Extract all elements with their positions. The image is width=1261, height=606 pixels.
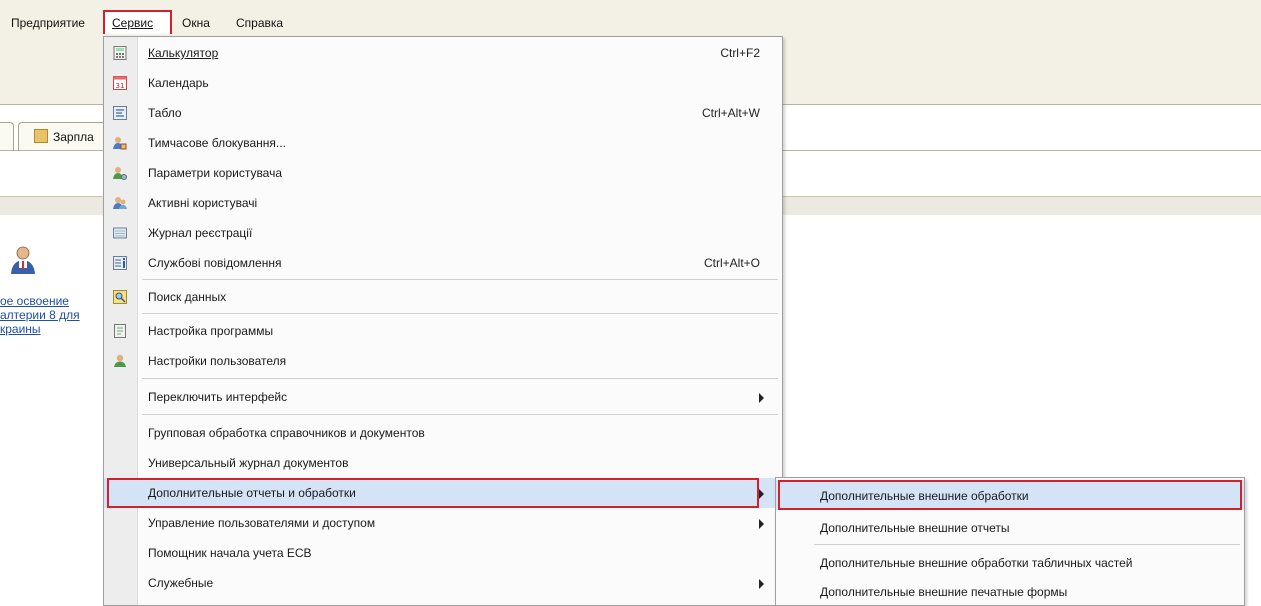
- menu-item-esv-assistant[interactable]: Помощник начала учета ЕСВ: [104, 538, 782, 568]
- calendar-icon-day: 31: [116, 82, 125, 90]
- submenu-arrow-icon: [759, 579, 764, 589]
- users-lock-icon: [113, 137, 127, 150]
- shortcut-label: Ctrl+F2: [720, 46, 760, 60]
- submenu-arrow-icon: [759, 489, 764, 499]
- menu-separator: [142, 378, 778, 379]
- menu-item-group-processing[interactable]: Групповая обработка справочников и докум…: [104, 418, 782, 448]
- menu-item-label: Параметри користувача: [148, 166, 283, 180]
- menu-bar: Предприятие Сервис Окна Справка: [0, 0, 1261, 39]
- menu-item-label: Поиск данных: [148, 290, 227, 304]
- menu-separator: [142, 279, 778, 280]
- menu-item-registration-log[interactable]: Журнал реєстрації: [104, 218, 782, 248]
- menu-item-user-settings[interactable]: Настройки пользователя: [104, 346, 782, 376]
- user-icon: [114, 354, 126, 367]
- menu-item-label: Активні користувачі: [148, 196, 258, 210]
- menu-help[interactable]: Справка: [236, 16, 283, 30]
- menu-item-label: Службові повідомлення: [148, 256, 282, 270]
- additional-reports-submenu: Дополнительные внешние обработки Дополни…: [775, 477, 1245, 606]
- menu-item-label: Калькулятор: [148, 46, 219, 60]
- menu-item-calendar[interactable]: 31 Календарь: [104, 68, 782, 98]
- submenu-item-label: Дополнительные внешние печатные формы: [820, 585, 1068, 599]
- submenu-item-print-forms[interactable]: Дополнительные внешние печатные формы: [776, 576, 1244, 606]
- menu-windows[interactable]: Окна: [182, 16, 210, 30]
- tab-previous[interactable]: [0, 122, 14, 150]
- menu-item-calculator[interactable]: Калькулятор Ctrl+F2: [104, 38, 782, 68]
- menu-separator: [142, 414, 778, 415]
- submenu-arrow-icon: [759, 393, 764, 403]
- menu-item-label: Настройка программы: [148, 324, 274, 338]
- submenu-item-table-parts-processing[interactable]: Дополнительные внешние обработки табличн…: [776, 547, 1244, 577]
- submenu-arrow-icon: [759, 519, 764, 529]
- menu-item-temporary-lock[interactable]: Тимчасове блокування...: [104, 128, 782, 158]
- folder-icon: [34, 129, 48, 143]
- selection-highlight: [778, 480, 1242, 510]
- menu-item-data-search[interactable]: Поиск данных: [104, 282, 782, 312]
- menu-item-label: Настройки пользователя: [148, 354, 287, 368]
- menu-item-universal-journal[interactable]: Универсальный журнал документов: [104, 448, 782, 478]
- menu-enterprise[interactable]: Предприятие: [11, 16, 85, 30]
- help-link[interactable]: краины: [0, 322, 41, 336]
- menu-item-switch-interface[interactable]: Переключить интерфейс: [104, 382, 782, 412]
- menu-item-label: Групповая обработка справочников и докум…: [148, 426, 425, 440]
- submenu-item-label: Дополнительные внешние обработки табличн…: [820, 556, 1133, 570]
- menu-item-service-tools[interactable]: Служебные: [104, 568, 782, 598]
- log-icon: [113, 227, 127, 239]
- menu-item-label: Тимчасове блокування...: [148, 136, 286, 150]
- menu-service[interactable]: Сервис: [112, 16, 153, 30]
- messages-icon: [113, 256, 127, 270]
- menu-item-label: Календарь: [148, 76, 209, 90]
- active-users-icon: [113, 197, 127, 209]
- scoreboard-icon: [113, 106, 127, 120]
- menu-item-label: Помощник начала учета ЕСВ: [148, 546, 312, 560]
- menu-item-user-management[interactable]: Управление пользователями и доступом: [104, 508, 782, 538]
- menu-item-user-parameters[interactable]: Параметри користувача: [104, 158, 782, 188]
- service-menu: Калькулятор Ctrl+F2 31 Календарь Табло C…: [103, 36, 783, 606]
- menu-item-label: Переключить интерфейс: [148, 390, 288, 404]
- submenu-item-external-reports[interactable]: Дополнительные внешние отчеты: [776, 512, 1244, 542]
- menu-item-active-users[interactable]: Активні користувачі: [104, 188, 782, 218]
- menu-item-label: Служебные: [148, 576, 214, 590]
- user-settings-icon: [113, 167, 127, 180]
- submenu-item-label: Дополнительные внешние отчеты: [820, 521, 1010, 535]
- menu-item-label: Табло: [148, 106, 182, 120]
- menu-item-label: Универсальный журнал документов: [148, 456, 349, 470]
- shortcut-label: Ctrl+Alt+W: [701, 106, 760, 120]
- help-link[interactable]: алтерии 8 для: [0, 308, 80, 322]
- menu-item-label: Управление пользователями и доступом: [148, 516, 376, 530]
- calendar-icon: 31: [113, 76, 127, 90]
- calculator-icon: [113, 46, 127, 60]
- help-link[interactable]: ое освоение: [0, 294, 69, 308]
- selection-highlight: [107, 478, 759, 508]
- menu-item-service-messages[interactable]: Службові повідомлення Ctrl+Alt+O: [104, 248, 782, 278]
- menu-item-program-settings[interactable]: Настройка программы: [104, 316, 782, 346]
- menu-separator: [814, 544, 1240, 545]
- program-settings-icon: [114, 324, 126, 338]
- shortcut-label: Ctrl+Alt+O: [703, 256, 760, 270]
- menu-item-scoreboard[interactable]: Табло Ctrl+Alt+W: [104, 98, 782, 128]
- search-data-icon: [113, 290, 127, 304]
- accountant-icon: [11, 246, 35, 274]
- menu-item-label: Журнал реєстрації: [148, 226, 253, 240]
- menu-separator: [142, 313, 778, 314]
- tab-label: Зарпла: [53, 130, 94, 144]
